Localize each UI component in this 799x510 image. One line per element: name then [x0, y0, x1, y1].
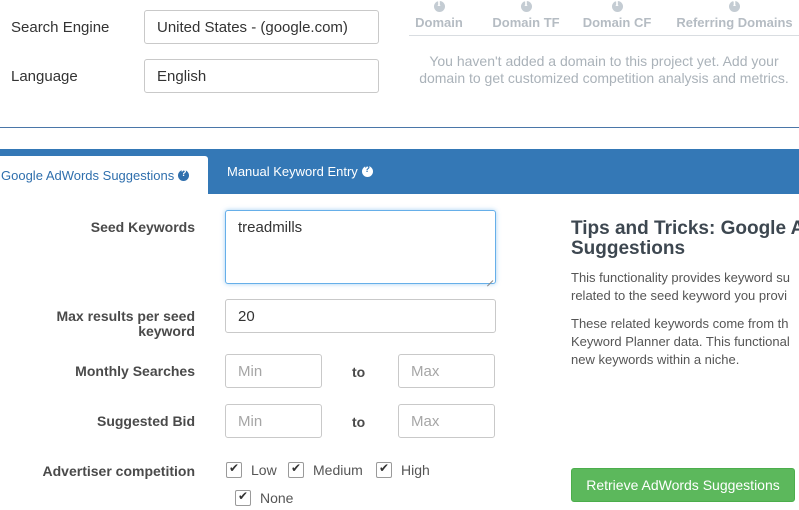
max-results-label: Max results per seed keyword — [56, 309, 195, 339]
metric-domain: Domain — [410, 0, 468, 30]
tips-title-line1: Tips and Tricks: Google AdW — [571, 218, 799, 239]
search-engine-select[interactable]: United States - (google.com) — [144, 10, 379, 44]
search-engine-value: United States - (google.com) — [157, 18, 348, 36]
tab-manual-keyword-entry[interactable]: Manual Keyword Entry — [227, 149, 373, 194]
no-domain-message: You haven't added a domain to this proje… — [419, 53, 789, 86]
suggested-bid-max-input[interactable]: Max — [398, 404, 495, 438]
suggested-bid-label: Suggested Bid — [96, 413, 195, 429]
tips-p1-line2: related to the seed keyword you provi — [571, 288, 788, 303]
tips-paragraph-1: This functionality provides keyword su r… — [571, 269, 790, 305]
metric-domain-tf-label: Domain TF — [492, 15, 560, 30]
tips-title-line2: Suggestions — [571, 238, 686, 259]
metric-referring-domains: Referring Domains — [670, 0, 799, 30]
suggested-bid-min-input[interactable]: Min — [225, 404, 322, 438]
competition-option-label: None — [260, 490, 294, 506]
monthly-searches-max-input[interactable]: Max — [398, 354, 495, 388]
metric-referring-domains-label: Referring Domains — [676, 15, 793, 30]
language-select[interactable]: English — [144, 59, 379, 93]
checkbox-checked-icon[interactable] — [376, 461, 392, 478]
competition-high-checkbox[interactable]: High — [376, 461, 430, 478]
keyword-source-tabs: Google AdWords Suggestions Manual Keywor… — [0, 149, 799, 194]
metric-domain-cf: Domain CF — [578, 0, 656, 30]
seed-keywords-label: Seed Keywords — [90, 219, 195, 235]
monthly-searches-label: Monthly Searches — [75, 363, 195, 379]
section-divider — [0, 127, 799, 128]
to-label: to — [352, 414, 366, 430]
max-results-value: 20 — [238, 307, 255, 325]
checkbox-checked-icon[interactable] — [288, 461, 304, 478]
tips-p2-line2: Keyword Planner data. This functional — [571, 334, 790, 349]
tab-label: Google AdWords Suggestions — [1, 167, 175, 183]
seed-keywords-textarea[interactable] — [225, 210, 496, 284]
min-placeholder: Min — [238, 412, 263, 430]
competition-none-checkbox[interactable]: None — [235, 489, 294, 506]
retrieve-button-label: Retrieve AdWords Suggestions — [586, 477, 780, 493]
monthly-searches-min-input[interactable]: Min — [225, 354, 322, 388]
competition-medium-checkbox[interactable]: Medium — [288, 461, 363, 478]
tips-title: Tips and Tricks: Google AdW Suggestions — [571, 219, 799, 259]
tab-google-adwords-suggestions[interactable]: Google AdWords Suggestions — [0, 156, 208, 194]
info-icon — [611, 0, 623, 12]
advertiser-competition-label: Advertiser competition — [42, 463, 195, 479]
metric-domain-cf-label: Domain CF — [582, 15, 652, 30]
max-results-label-line1: Max results per seed — [56, 308, 195, 324]
competition-option-label: Low — [251, 462, 277, 478]
competition-option-label: Medium — [313, 462, 363, 478]
search-engine-label: Search Engine — [11, 19, 110, 36]
tips-p1-line1: This functionality provides keyword su — [571, 270, 790, 285]
resize-grip-icon[interactable] — [484, 272, 494, 282]
checkbox-checked-icon[interactable] — [226, 461, 242, 478]
metrics-divider — [409, 35, 799, 36]
max-results-label-line2: keyword — [138, 323, 195, 339]
min-placeholder: Min — [238, 362, 263, 380]
max-placeholder: Max — [411, 362, 440, 380]
tips-p2-line1: These related keywords come from th — [571, 316, 789, 331]
competition-option-label: High — [401, 462, 430, 478]
tips-paragraph-2: These related keywords come from th Keyw… — [571, 315, 790, 369]
tips-p2-line3: new keywords within a niche. — [571, 352, 740, 367]
question-circle-icon[interactable] — [178, 168, 190, 181]
competition-low-checkbox[interactable]: Low — [226, 461, 277, 478]
metric-domain-tf: Domain TF — [485, 0, 567, 30]
retrieve-adwords-suggestions-button[interactable]: Retrieve AdWords Suggestions — [571, 468, 795, 502]
info-icon — [729, 0, 740, 12]
info-icon — [433, 0, 445, 12]
info-icon — [520, 0, 532, 12]
language-label: Language — [11, 68, 78, 85]
tab-label: Manual Keyword Entry — [227, 164, 358, 179]
checkbox-checked-icon[interactable] — [235, 489, 251, 506]
language-value: English — [157, 67, 207, 85]
max-results-input[interactable]: 20 — [225, 299, 496, 333]
to-label: to — [352, 364, 366, 380]
max-placeholder: Max — [411, 412, 440, 430]
metric-domain-label: Domain — [415, 15, 463, 30]
question-circle-icon[interactable] — [361, 164, 373, 177]
